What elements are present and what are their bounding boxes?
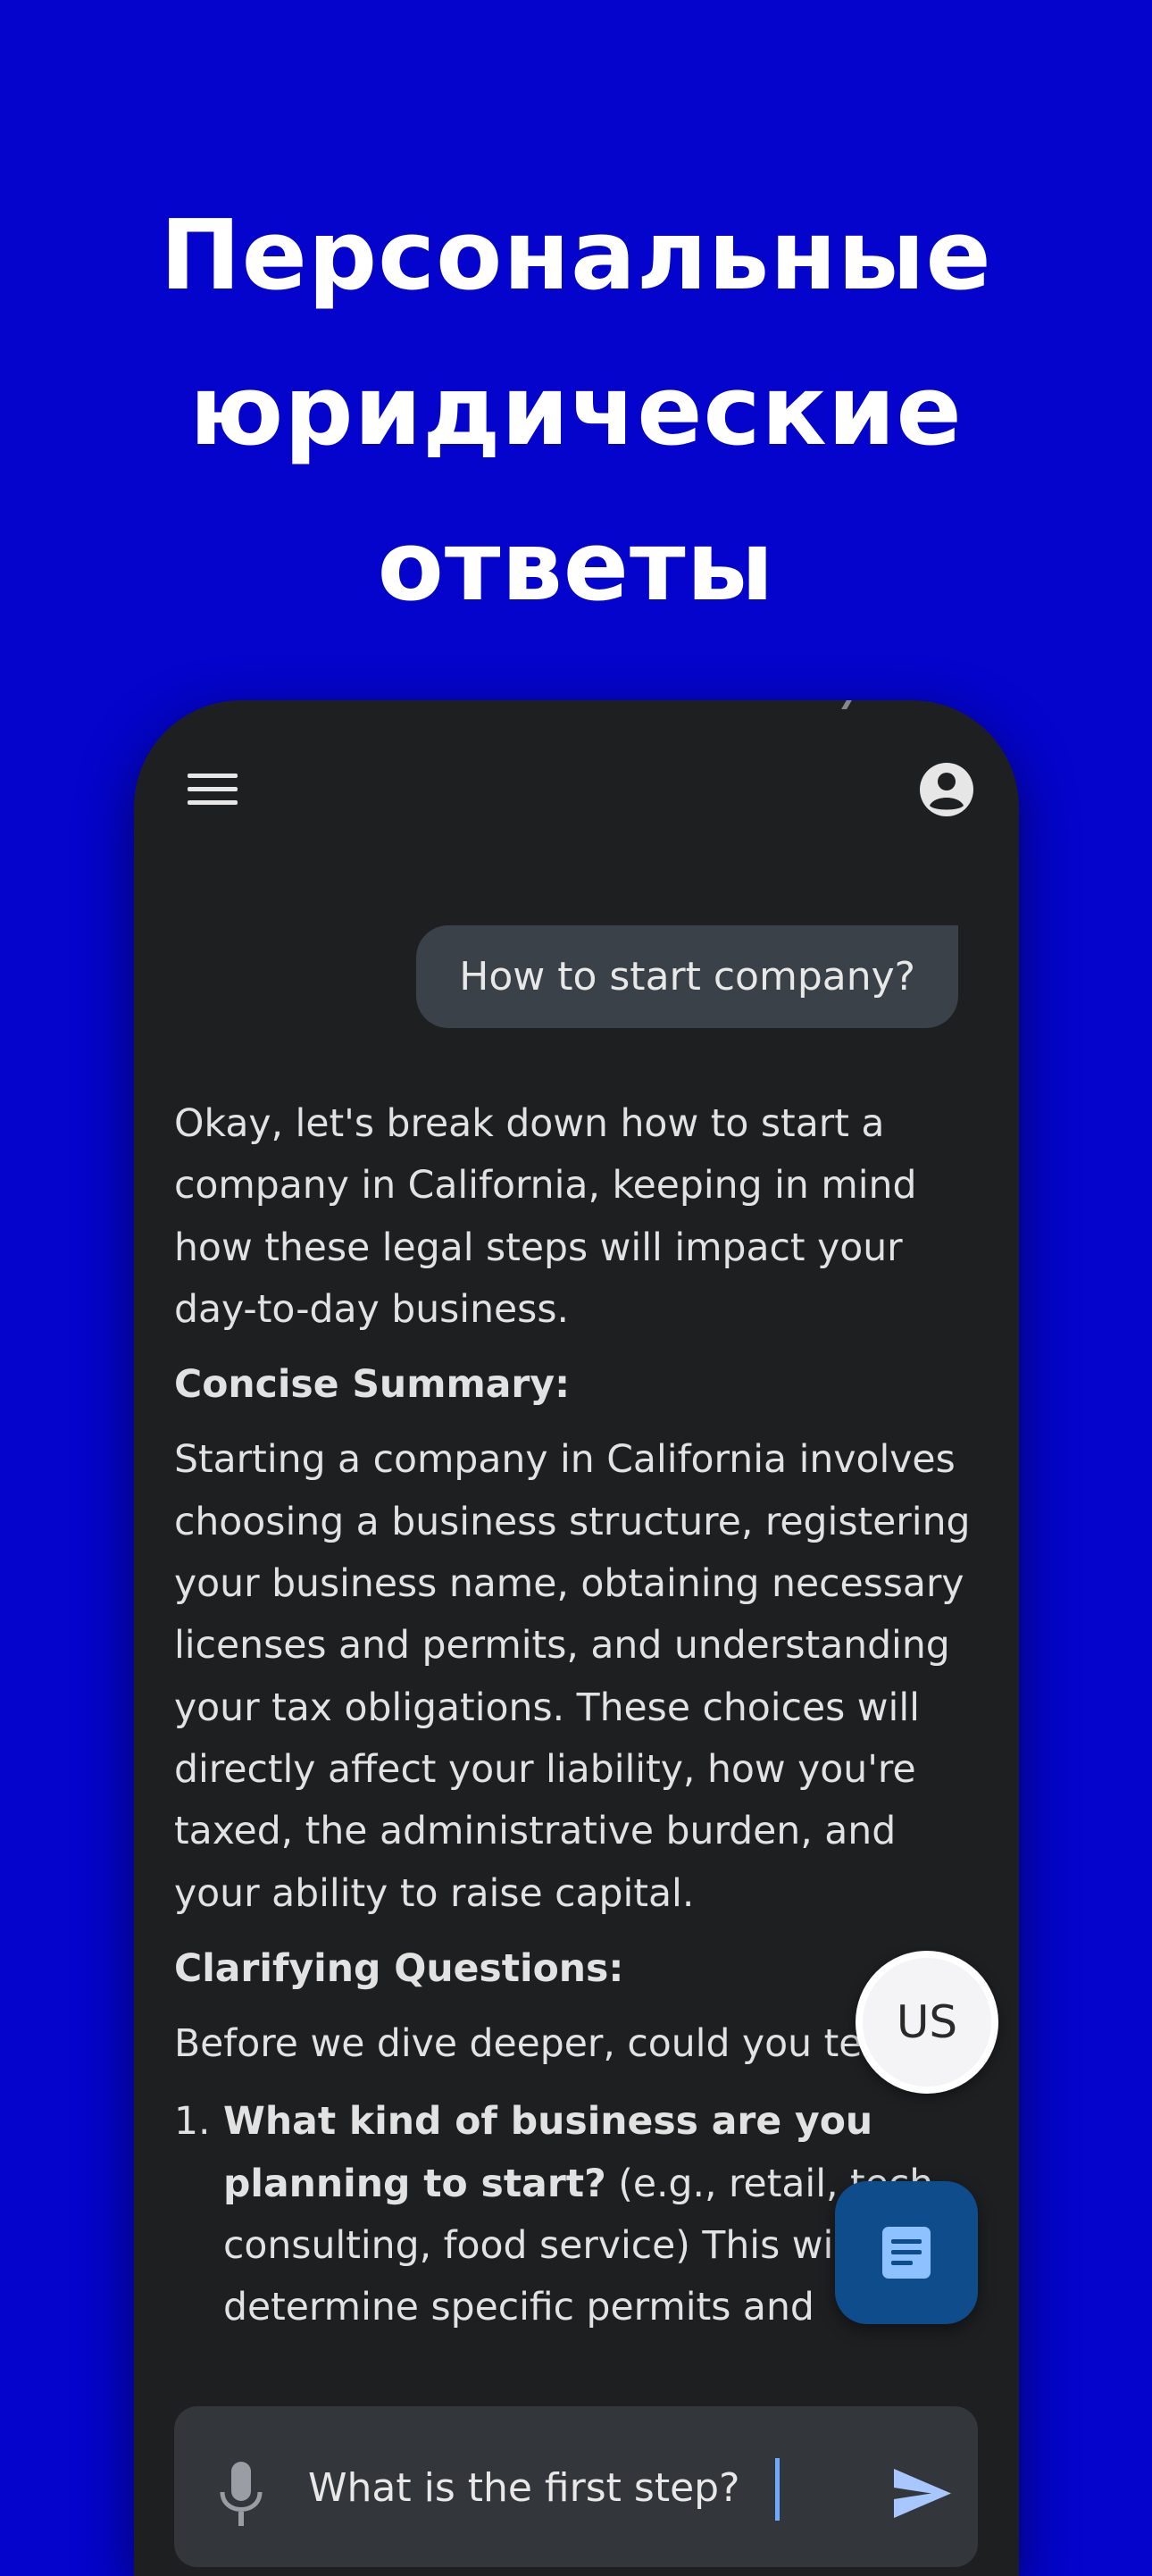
phone-mockup: How to start company? Okay, let's break … <box>134 700 1019 2576</box>
message-input-bar <box>174 2406 978 2567</box>
questions-heading: Clarifying Questions: <box>174 1946 624 1991</box>
message-input[interactable] <box>308 2444 844 2533</box>
response-intro: Okay, let's break down how to start a co… <box>174 1102 917 1332</box>
summary-heading: Concise Summary: <box>174 1363 571 1408</box>
promo-title: Персональные юридические ответы <box>160 200 992 623</box>
microphone-button[interactable] <box>210 2453 272 2533</box>
document-button[interactable] <box>835 2181 978 2324</box>
send-button[interactable] <box>889 2460 956 2527</box>
send-icon <box>894 2469 951 2518</box>
app-bar <box>134 700 1019 879</box>
menu-button[interactable] <box>179 754 250 825</box>
account-button[interactable] <box>911 754 982 825</box>
hamburger-menu-icon <box>188 774 238 805</box>
text-caret <box>775 2458 780 2521</box>
account-circle-icon <box>920 763 973 816</box>
microphone-icon <box>220 2462 263 2526</box>
list-number: 1. <box>174 2100 211 2145</box>
user-message-bubble: How to start company? <box>416 925 958 1028</box>
region-button[interactable]: US <box>856 1951 998 2094</box>
assistant-response: Okay, let's break down how to start a co… <box>174 1093 978 2339</box>
summary-text: Starting a company in California involve… <box>174 1438 971 1916</box>
document-icon <box>882 2227 931 2279</box>
